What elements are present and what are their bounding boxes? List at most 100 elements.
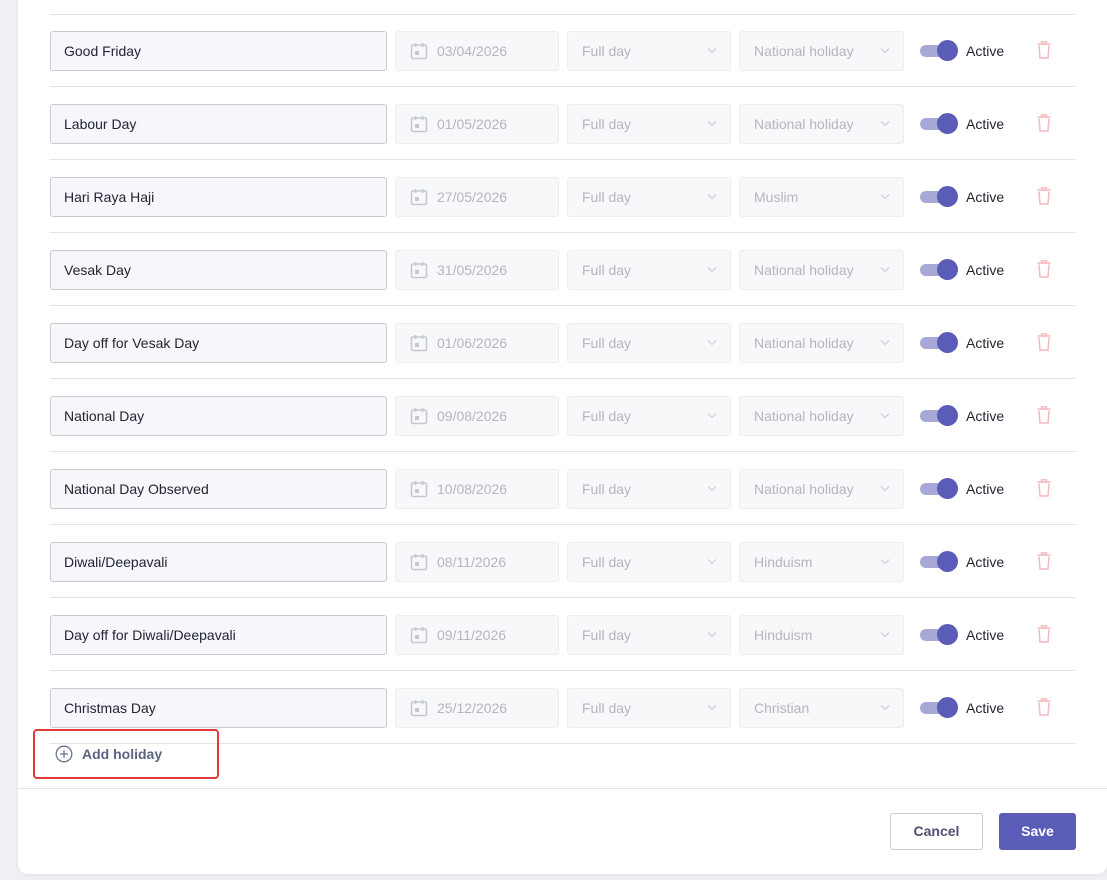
duration-select[interactable]: Full day <box>567 31 731 71</box>
category-select[interactable]: Christian <box>739 688 904 728</box>
duration-select[interactable]: Full day <box>567 104 731 144</box>
category-select[interactable]: National holiday <box>739 323 904 363</box>
duration-value: Full day <box>582 189 632 205</box>
toggle-knob <box>937 259 958 280</box>
duration-select[interactable]: Full day <box>567 323 731 363</box>
category-value: National holiday <box>754 335 854 351</box>
calendar-icon <box>410 43 428 60</box>
active-toggle[interactable] <box>920 113 958 134</box>
category-select[interactable]: National holiday <box>739 250 904 290</box>
holiday-date-value: 31/05/2026 <box>437 262 508 278</box>
category-select[interactable]: Hinduism <box>739 615 904 655</box>
chevron-down-icon <box>880 486 890 492</box>
category-value: Hinduism <box>754 554 813 570</box>
holiday-date-picker[interactable]: 27/05/2026 <box>395 177 559 217</box>
category-value: National holiday <box>754 43 854 59</box>
category-value: Hinduism <box>754 627 813 643</box>
category-select[interactable]: National holiday <box>739 396 904 436</box>
duration-select[interactable]: Full day <box>567 250 731 290</box>
status-label: Active <box>966 335 1005 351</box>
chevron-down-icon <box>707 486 717 492</box>
duration-value: Full day <box>582 43 632 59</box>
chevron-down-icon <box>880 632 890 638</box>
holiday-name-input[interactable]: Labour Day <box>50 104 387 144</box>
calendar-icon <box>410 408 428 425</box>
holiday-date-picker[interactable]: 31/05/2026 <box>395 250 559 290</box>
holiday-date-picker[interactable]: 25/12/2026 <box>395 688 559 728</box>
duration-value: Full day <box>582 700 632 716</box>
chevron-down-icon <box>707 340 717 346</box>
save-button[interactable]: Save <box>999 813 1076 850</box>
duration-select[interactable]: Full day <box>567 615 731 655</box>
holiday-date-value: 03/04/2026 <box>437 43 508 59</box>
duration-select[interactable]: Full day <box>567 688 731 728</box>
chevron-down-icon <box>880 267 890 273</box>
holiday-name-input[interactable]: National Day <box>50 396 387 436</box>
toggle-knob <box>937 40 958 61</box>
holiday-name-input[interactable]: Good Friday <box>50 31 387 71</box>
trash-icon[interactable] <box>1037 114 1051 132</box>
duration-value: Full day <box>582 627 632 643</box>
holiday-date-value: 01/06/2026 <box>437 335 508 351</box>
trash-icon[interactable] <box>1037 552 1051 570</box>
trash-icon[interactable] <box>1037 698 1051 716</box>
status-label: Active <box>966 189 1005 205</box>
trash-icon[interactable] <box>1037 406 1051 424</box>
duration-select[interactable]: Full day <box>567 177 731 217</box>
category-value: National holiday <box>754 408 854 424</box>
holiday-date-picker[interactable]: 03/04/2026 <box>395 31 559 71</box>
add-holiday-button[interactable]: Add holiday <box>33 729 219 779</box>
holiday-name-input[interactable]: Hari Raya Haji <box>50 177 387 217</box>
trash-icon[interactable] <box>1037 187 1051 205</box>
status-label: Active <box>966 481 1005 497</box>
status-label: Active <box>966 700 1005 716</box>
chevron-down-icon <box>707 194 717 200</box>
category-select[interactable]: National holiday <box>739 469 904 509</box>
holiday-name-input[interactable]: Vesak Day <box>50 250 387 290</box>
holiday-name-input[interactable]: Christmas Day <box>50 688 387 728</box>
holiday-name-input[interactable]: National Day Observed <box>50 469 387 509</box>
holiday-row: Day off for Vesak Day 01/06/2026 Full da… <box>50 306 1076 379</box>
cancel-button[interactable]: Cancel <box>890 813 983 850</box>
category-select[interactable]: National holiday <box>739 31 904 71</box>
toggle-knob <box>937 551 958 572</box>
active-toggle[interactable] <box>920 551 958 572</box>
duration-select[interactable]: Full day <box>567 542 731 582</box>
holiday-date-picker[interactable]: 09/11/2026 <box>395 615 559 655</box>
holiday-name-input[interactable]: Day off for Diwali/Deepavali <box>50 615 387 655</box>
holiday-date-picker[interactable]: 09/08/2026 <box>395 396 559 436</box>
active-toggle[interactable] <box>920 697 958 718</box>
active-toggle[interactable] <box>920 405 958 426</box>
holiday-date-value: 10/08/2026 <box>437 481 508 497</box>
category-value: National holiday <box>754 481 854 497</box>
duration-value: Full day <box>582 262 632 278</box>
holiday-date-picker[interactable]: 08/11/2026 <box>395 542 559 582</box>
holiday-name-input[interactable]: Diwali/Deepavali <box>50 542 387 582</box>
trash-icon[interactable] <box>1037 625 1051 643</box>
duration-value: Full day <box>582 335 632 351</box>
footer-divider <box>18 788 1107 789</box>
trash-icon[interactable] <box>1037 41 1051 59</box>
category-select[interactable]: National holiday <box>739 104 904 144</box>
trash-icon[interactable] <box>1037 479 1051 497</box>
active-toggle[interactable] <box>920 332 958 353</box>
chevron-down-icon <box>707 48 717 54</box>
active-toggle[interactable] <box>920 624 958 645</box>
calendar-icon <box>410 481 428 498</box>
active-toggle[interactable] <box>920 259 958 280</box>
active-toggle[interactable] <box>920 478 958 499</box>
trash-icon[interactable] <box>1037 260 1051 278</box>
duration-select[interactable]: Full day <box>567 396 731 436</box>
holiday-date-picker[interactable]: 10/08/2026 <box>395 469 559 509</box>
duration-select[interactable]: Full day <box>567 469 731 509</box>
category-value: Christian <box>754 700 810 716</box>
trash-icon[interactable] <box>1037 333 1051 351</box>
category-select[interactable]: Muslim <box>739 177 904 217</box>
holiday-date-picker[interactable]: 01/05/2026 <box>395 104 559 144</box>
holiday-date-picker[interactable]: 01/06/2026 <box>395 323 559 363</box>
category-select[interactable]: Hinduism <box>739 542 904 582</box>
active-toggle[interactable] <box>920 186 958 207</box>
status-label: Active <box>966 627 1005 643</box>
active-toggle[interactable] <box>920 40 958 61</box>
holiday-name-input[interactable]: Day off for Vesak Day <box>50 323 387 363</box>
